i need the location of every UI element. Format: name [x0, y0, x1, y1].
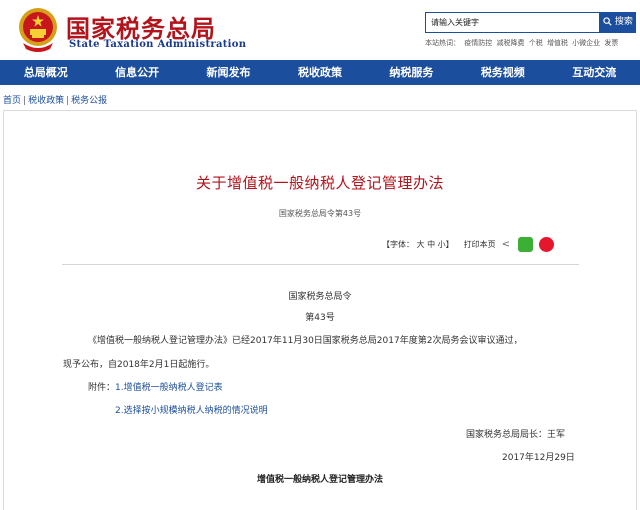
search-icon [603, 17, 612, 26]
breadcrumb-separator: | [23, 96, 27, 106]
font-size-medium[interactable]: 中 [427, 240, 435, 249]
wechat-share-icon[interactable] [518, 237, 534, 252]
hotword-link[interactable]: 疫情防控 [464, 39, 492, 47]
issuer-line: 国家税务总局令 [288, 292, 352, 302]
hotword-link[interactable]: 个税 [529, 39, 543, 47]
main-nav: 总局概况 信息公开 新闻发布 税收政策 纳税服务 税务视频 互动交流 [0, 60, 640, 85]
print-button[interactable]: 打印本页 [464, 239, 496, 250]
body-paragraph-line-2: 现予公布，自2018年2月1日起施行。 [63, 360, 215, 370]
hotword-link[interactable]: 发票 [604, 39, 618, 47]
breadcrumb-home[interactable]: 首页 [3, 96, 21, 106]
attachment-link-2[interactable]: 2.选择按小规模纳税人纳税的情况说明 [115, 403, 268, 416]
font-size-label: 【字体： [382, 240, 414, 249]
nav-item-overview[interactable]: 总局概况 [0, 60, 91, 85]
date-line: 2017年12月29日 [502, 453, 575, 463]
attachment-label: 附件： [88, 383, 116, 393]
signature-line: 国家税务总局局长：王军 [466, 430, 566, 440]
hotword-link[interactable]: 增值税 [547, 39, 568, 47]
breadcrumb-separator: | [66, 96, 70, 106]
nav-item-news[interactable]: 新闻发布 [183, 60, 274, 85]
body-paragraph-line-1: 《增值税一般纳税人登记管理办法》已经2017年11月30日国家税务总局2017年… [88, 336, 523, 346]
nav-item-policy[interactable]: 税收政策 [274, 60, 365, 85]
section-title: 增值税一般纳税人登记管理办法 [256, 475, 383, 485]
article-title: 关于增值税一般纳税人登记管理办法 [195, 174, 444, 192]
national-emblem-icon [19, 8, 57, 52]
attachment-link-1[interactable]: 1.增值税一般纳税人登记表 [115, 383, 223, 393]
nav-item-interaction[interactable]: 互动交流 [549, 60, 640, 85]
font-size-small[interactable]: 小 [438, 240, 446, 249]
hotwords-bar: 本站热词： 疫情防控 减税降费 个税 增值税 小微企业 发票 [425, 38, 620, 48]
site-header: 国家税务总局 State Taxation Administration 请输入… [0, 0, 640, 60]
breadcrumb-policy[interactable]: 税收政策 [28, 96, 64, 106]
breadcrumb: 首页 | 税收政策 | 税务公报 [3, 93, 107, 106]
hotwords-label: 本站热词： [425, 39, 460, 47]
hotword-link[interactable]: 减税降费 [496, 39, 524, 47]
search-input[interactable]: 请输入关键字 [425, 12, 600, 33]
nav-item-disclosure[interactable]: 信息公开 [91, 60, 182, 85]
attachment-row-1: 附件：1.增值税一般纳税人登记表 [88, 380, 223, 393]
breadcrumb-bulletin[interactable]: 税务公报 [71, 96, 107, 106]
search-button-label: 搜索 [614, 17, 633, 27]
share-icon[interactable]: < [502, 239, 510, 250]
site-logo-subtitle: State Taxation Administration [69, 39, 247, 50]
nav-item-video[interactable]: 税务视频 [457, 60, 548, 85]
font-size-close: 】 [445, 240, 454, 249]
font-size-large[interactable]: 大 [417, 240, 425, 249]
article-divider [62, 264, 579, 265]
nav-item-service[interactable]: 纳税服务 [366, 60, 457, 85]
weibo-share-icon[interactable] [539, 237, 555, 252]
decree-number-line: 第43号 [305, 313, 335, 323]
article-toolbar: 【字体： 大 中 小】 打印本页 < [382, 237, 560, 252]
article-doc-number: 国家税务总局令第43号 [278, 209, 362, 218]
font-size-control: 【字体： 大 中 小】 [382, 239, 454, 250]
search-button[interactable]: 搜索 [600, 12, 636, 33]
hotword-link[interactable]: 小微企业 [572, 39, 600, 47]
